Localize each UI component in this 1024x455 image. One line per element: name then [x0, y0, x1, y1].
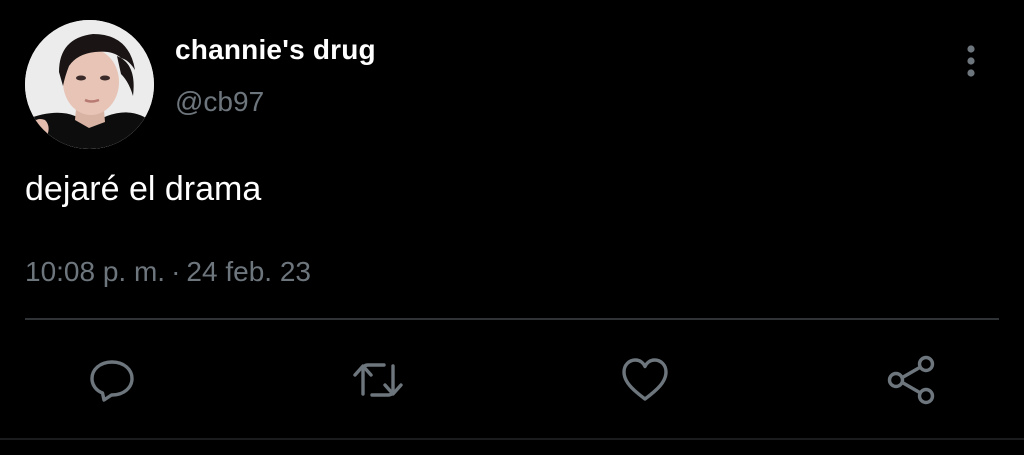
meta-separator: ·: [171, 256, 181, 287]
reply-button[interactable]: [84, 352, 140, 408]
avatar-image: [25, 20, 154, 149]
avatar[interactable]: [25, 20, 154, 149]
tweet-date[interactable]: 24 feb. 23: [186, 256, 311, 287]
vertical-ellipsis-icon[interactable]: [958, 44, 984, 80]
share-nodes-icon: [887, 355, 935, 405]
tweet-timestamp: 10:08 p. m. · 24 feb. 23: [25, 256, 311, 288]
tweet-time[interactable]: 10:08 p. m.: [25, 256, 165, 287]
user-handle[interactable]: @cb97: [175, 86, 264, 118]
heart-icon: [622, 358, 668, 401]
display-name[interactable]: channie's drug: [175, 34, 376, 66]
retweet-arrows-icon: [353, 363, 403, 397]
share-button[interactable]: [884, 352, 940, 408]
comment-bubble-icon: [90, 360, 134, 402]
bottom-divider: [0, 438, 1024, 440]
tweet-detail: channie's drug @cb97 dejaré el drama 10:…: [0, 0, 1024, 455]
tweet-text: dejaré el drama: [25, 170, 262, 208]
like-button[interactable]: [617, 352, 673, 408]
divider: [25, 318, 999, 320]
retweet-button[interactable]: [350, 352, 406, 408]
